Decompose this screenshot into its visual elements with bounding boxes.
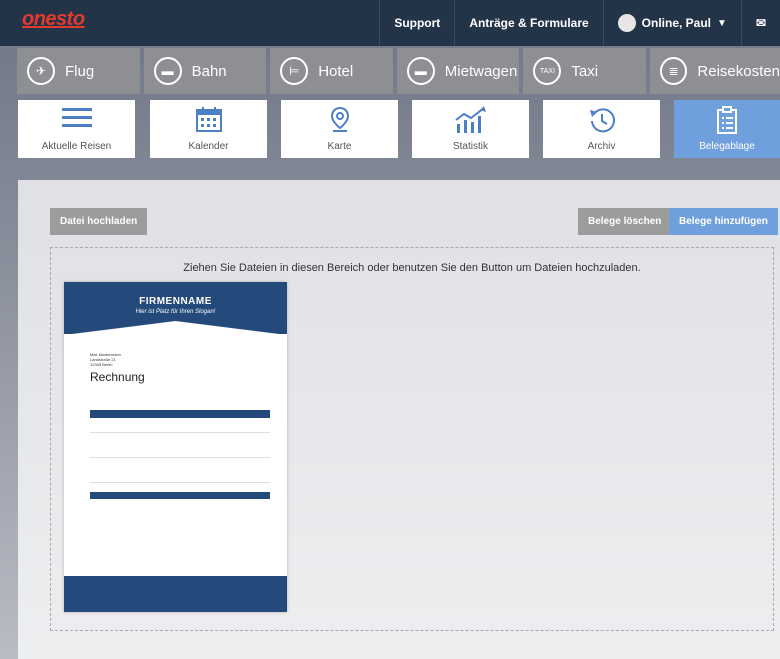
mietwagen-button[interactable]: ▬ Mietwagen <box>396 48 520 94</box>
user-menu[interactable]: Online, Paul ▼ <box>602 0 741 46</box>
invoice-line <box>90 457 270 458</box>
top-nav: Support Anträge & Formulare Online, Paul… <box>379 0 780 46</box>
train-icon: ▬ <box>153 57 182 85</box>
tile-kalender[interactable]: Kalender <box>150 100 267 158</box>
bed-icon: ⊨ <box>280 57 309 85</box>
tile-aktuelle-reisen[interactable]: Aktuelle Reisen <box>18 100 135 158</box>
onesto-logo[interactable]: onesto <box>22 8 85 31</box>
top-bar: onesto Support Anträge & Formulare Onlin… <box>0 0 780 46</box>
flug-button[interactable]: ✈ Flug <box>17 48 140 94</box>
upload-panel: Datei hochladen Belege löschen Belege hi… <box>18 180 780 659</box>
invoice-title: Rechnung <box>90 370 145 384</box>
tile-label: Archiv <box>587 141 616 152</box>
invoice-line <box>90 432 270 433</box>
invoice-recipient: Max Mustermann Landstraße 21 12345 Berli… <box>90 352 121 367</box>
tile-statistik[interactable]: Statistik <box>412 100 529 158</box>
tile-label: Karte <box>327 141 352 152</box>
dropzone-instructions: Ziehen Sie Dateien in diesen Bereich ode… <box>183 262 641 274</box>
tile-label: Aktuelle Reisen <box>41 141 112 152</box>
reisekosten-button[interactable]: ≣ Reisekosten <box>649 48 780 94</box>
invoice-total-bar <box>90 492 270 499</box>
support-link[interactable]: Support <box>379 0 454 46</box>
tile-label: Kalender <box>188 141 229 152</box>
reisekosten-label: Reisekosten <box>697 62 780 80</box>
tile-karte[interactable]: Karte <box>281 100 398 158</box>
forms-link[interactable]: Anträge & Formulare <box>454 0 602 46</box>
taxi-label: Taxi <box>571 62 599 80</box>
mail-icon[interactable]: ✉ <box>740 0 780 46</box>
invoice-header: FIRMENNAME Hier ist Platz für Ihren Slog… <box>64 282 287 334</box>
taxi-icon: TAXI <box>533 57 562 85</box>
add-receipts-button[interactable]: Belege hinzufügen <box>669 208 778 235</box>
invoice-table-header <box>90 410 270 418</box>
receipt-icon: ≣ <box>659 57 688 85</box>
plane-icon: ✈ <box>27 57 55 85</box>
car-icon: ▬ <box>406 57 435 85</box>
list-icon <box>61 108 92 127</box>
calendar-icon <box>195 107 222 132</box>
taxi-button[interactable]: TAXI Taxi <box>523 48 646 94</box>
invoice-tagline: Hier ist Platz für Ihren Slogan! <box>135 309 216 315</box>
chevron-down-icon: ▼ <box>717 17 727 29</box>
mietwagen-label: Mietwagen <box>444 62 518 80</box>
tile-label: Belegablage <box>699 141 755 152</box>
bahn-button[interactable]: ▬ Bahn <box>143 48 267 94</box>
tile-belegablage[interactable]: Belegablage <box>674 100 780 158</box>
bahn-label: Bahn <box>191 62 227 80</box>
feature-tiles: Aktuelle Reisen Kalender Karte Statistik <box>0 100 780 160</box>
transport-nav: ✈ Flug ▬ Bahn ⊨ Hotel ▬ Mietwagen TAXI T… <box>0 46 780 96</box>
chart-icon <box>454 106 486 133</box>
tile-label: Statistik <box>452 141 488 152</box>
file-dropzone[interactable]: Ziehen Sie Dateien in diesen Bereich ode… <box>50 247 774 631</box>
user-avatar-icon <box>617 14 636 32</box>
invoice-firm-name: FIRMENNAME <box>139 296 212 307</box>
map-pin-icon <box>330 106 349 132</box>
invoice-line <box>90 482 270 483</box>
invoice-thumbnail[interactable]: FIRMENNAME Hier ist Platz für Ihren Slog… <box>64 282 287 612</box>
tile-archiv[interactable]: Archiv <box>543 100 660 158</box>
hotel-label: Hotel <box>318 62 354 80</box>
clipboard-icon <box>717 106 737 134</box>
invoice-footer <box>64 576 287 612</box>
delete-receipts-button[interactable]: Belege löschen <box>578 208 672 235</box>
history-icon <box>589 108 615 133</box>
upload-file-button[interactable]: Datei hochladen <box>50 208 148 235</box>
user-name: Online, Paul <box>641 16 712 30</box>
hotel-button[interactable]: ⊨ Hotel <box>270 48 393 94</box>
flug-label: Flug <box>65 62 95 80</box>
